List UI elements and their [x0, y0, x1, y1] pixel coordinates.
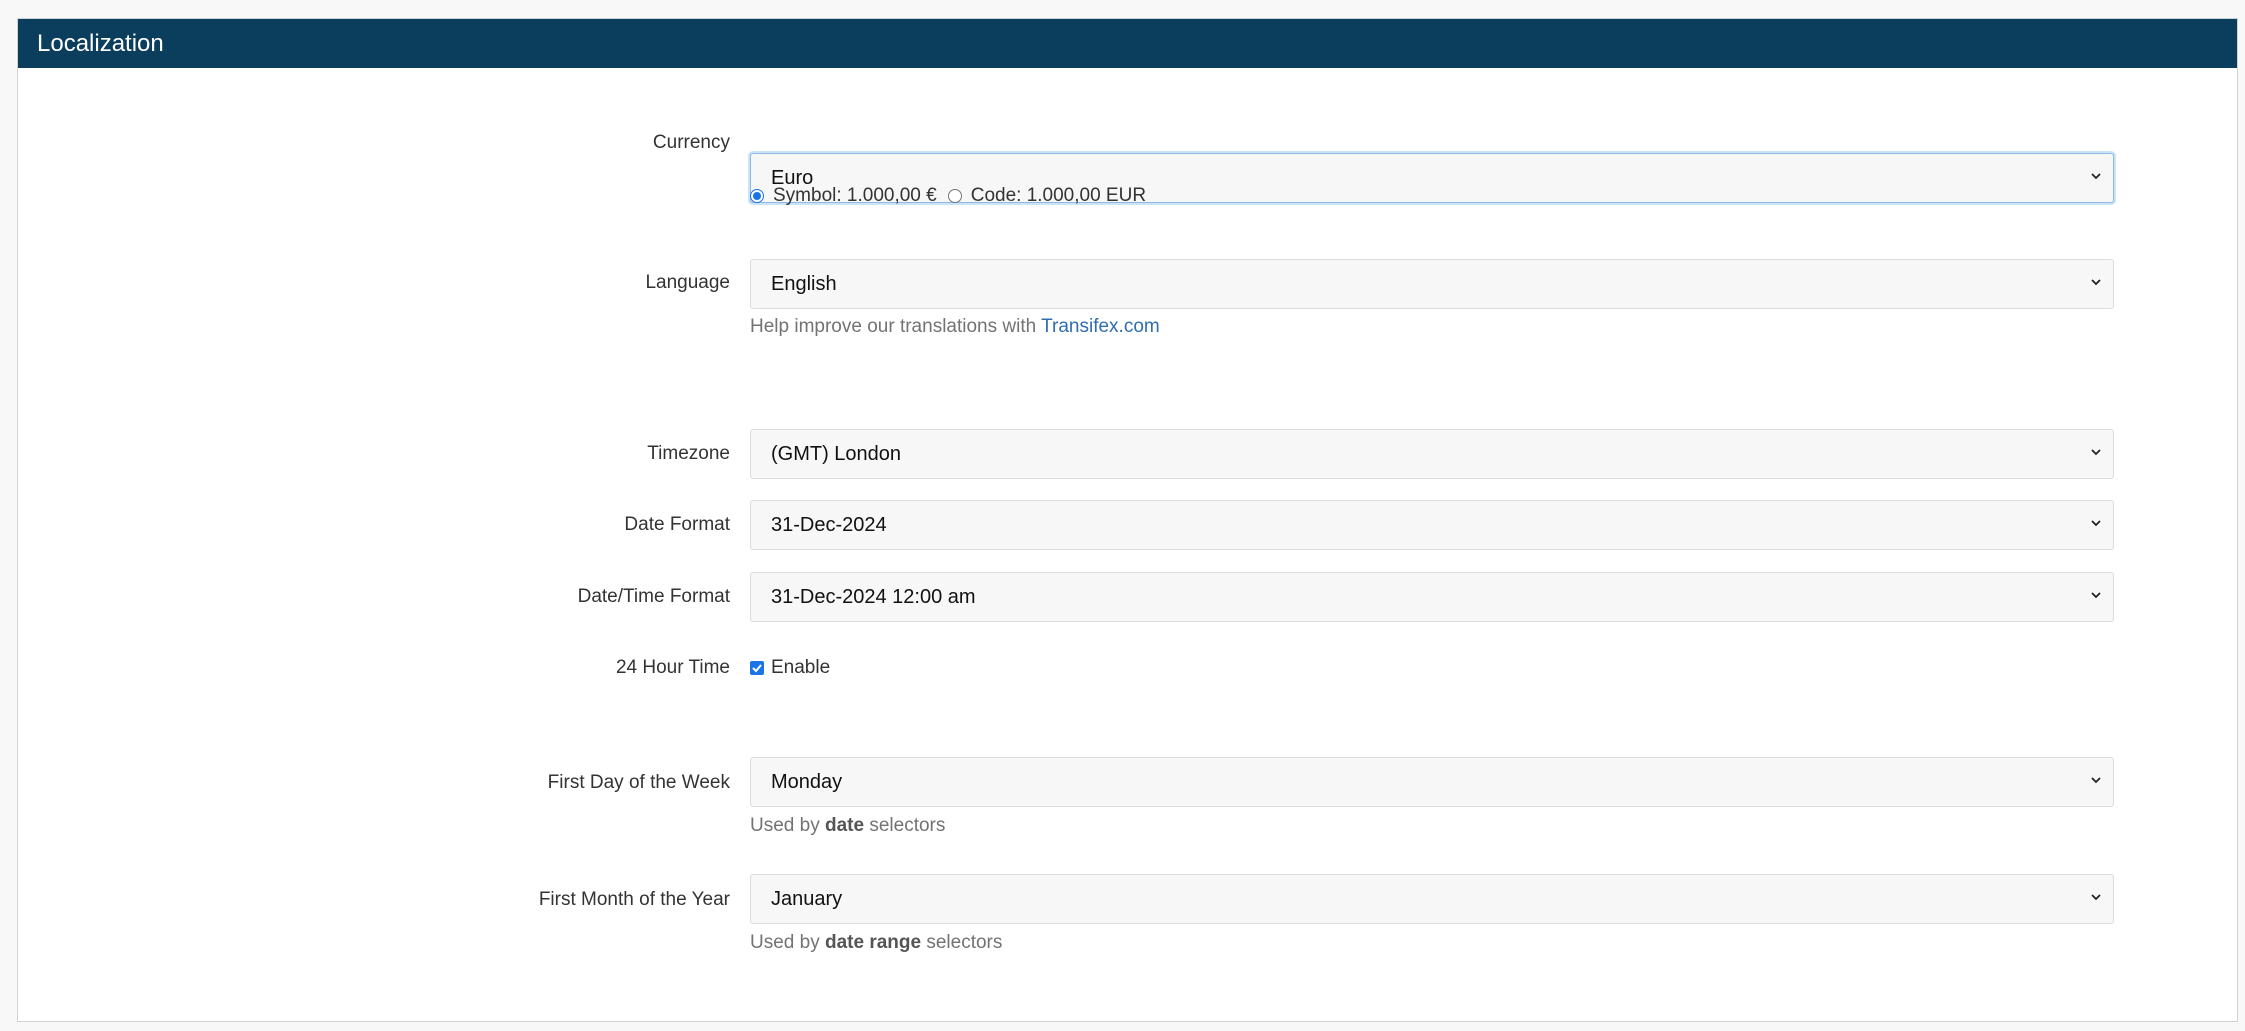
datetime-format-select-value: 31-Dec-2024 12:00 am: [771, 586, 976, 608]
panel-title: Localization: [18, 19, 2237, 68]
chevron-down-icon: [2091, 173, 2101, 180]
date-format-select[interactable]: 31-Dec-2024: [750, 500, 2114, 550]
first-day-help-suffix: selectors: [869, 815, 946, 836]
language-select-value: English: [771, 273, 837, 295]
hour24-control: Enable: [750, 657, 830, 679]
first-day-select-value: Monday: [771, 771, 843, 793]
currency-code-radio[interactable]: [947, 189, 962, 203]
chevron-down-icon: [2091, 520, 2101, 527]
hour24-enable-label[interactable]: Enable: [771, 657, 830, 679]
currency-code-label[interactable]: Code: 1.000,00 EUR: [971, 185, 1146, 207]
first-day-select[interactable]: Monday: [750, 757, 2114, 807]
transifex-link[interactable]: Transifex.com: [1041, 316, 1160, 337]
chevron-down-icon: [2091, 279, 2101, 286]
checkmark-icon: [752, 664, 762, 673]
datetime-format-label: Date/Time Format: [577, 586, 730, 607]
first-month-select-value: January: [771, 888, 843, 910]
chevron-down-icon: [2091, 592, 2101, 599]
date-format-label: Date Format: [624, 514, 730, 535]
first-day-help-prefix: Used by: [750, 815, 820, 836]
chevron-down-icon: [2091, 449, 2101, 456]
currency-symbol-radio[interactable]: [750, 189, 764, 203]
chevron-down-icon: [2091, 894, 2101, 901]
localization-panel: Localization Currency Euro Symbol: 1.000…: [17, 18, 2238, 1022]
currency-symbol-label[interactable]: Symbol: 1.000,00 €: [773, 185, 937, 207]
currency-label: Currency: [652, 132, 730, 153]
first-day-help-bold: date: [824, 815, 865, 836]
first-month-label: First Month of the Year: [538, 889, 730, 910]
first-month-help-bold: date range: [824, 932, 922, 953]
timezone-select[interactable]: (GMT) London: [750, 429, 2114, 479]
currency-format-options: Symbol: 1.000,00 € Code: 1.000,00 EUR: [750, 185, 1146, 207]
timezone-label: Timezone: [647, 443, 730, 464]
first-month-help: Used by date range selectors: [750, 932, 1002, 954]
first-month-select[interactable]: January: [750, 874, 2114, 924]
chevron-down-icon: [2091, 777, 2101, 784]
language-label: Language: [645, 272, 730, 293]
datetime-format-select[interactable]: 31-Dec-2024 12:00 am: [750, 572, 2114, 622]
language-help-text: Help improve our translations with: [750, 316, 1037, 337]
language-help: Help improve our translations with Trans…: [750, 316, 1160, 338]
hour24-label: 24 Hour Time: [615, 657, 730, 678]
first-day-help: Used by date selectors: [750, 815, 945, 837]
language-select[interactable]: English: [750, 259, 2114, 309]
first-day-label: First Day of the Week: [547, 772, 730, 793]
first-month-help-suffix: selectors: [926, 932, 1003, 953]
hour24-checkbox[interactable]: [750, 661, 764, 675]
first-month-help-prefix: Used by: [750, 932, 820, 953]
date-format-select-value: 31-Dec-2024: [771, 514, 887, 536]
timezone-select-value: (GMT) London: [771, 443, 902, 465]
